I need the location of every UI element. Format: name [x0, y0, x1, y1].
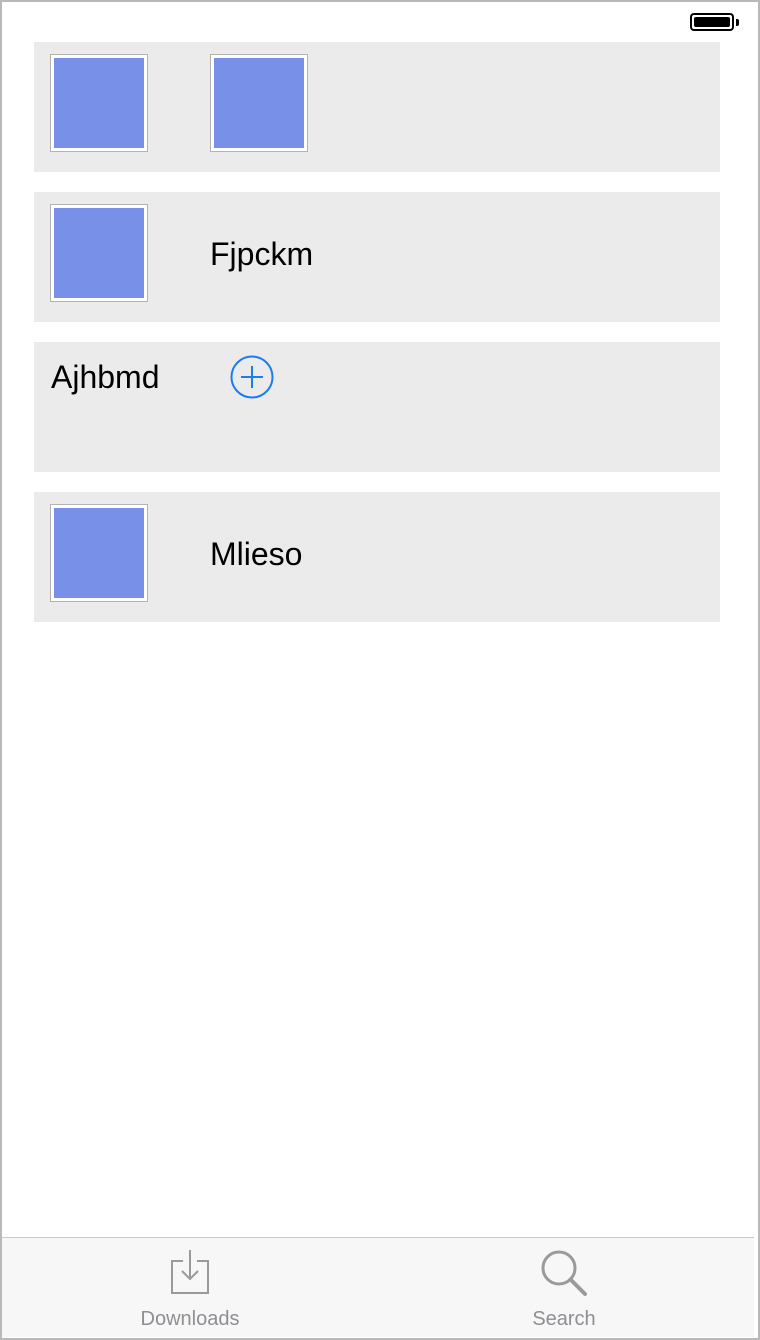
list-item[interactable]: Mlieso	[34, 492, 720, 622]
item-label: Fjpckm	[210, 236, 314, 272]
battery-cap	[736, 19, 739, 26]
search-icon	[541, 1250, 587, 1296]
add-button-plus-circle-icon[interactable]	[229, 354, 275, 400]
tab-label: Downloads	[140, 1308, 240, 1330]
thumbnail-image[interactable]	[210, 54, 308, 152]
list-item[interactable]	[34, 42, 720, 172]
tab-label: Search	[532, 1308, 596, 1330]
download-icon	[171, 1250, 209, 1294]
tab-bar: Downloads Search	[2, 1237, 754, 1337]
item-label: Mlieso	[210, 536, 303, 572]
list-item[interactable]: Ajhbmd	[34, 342, 720, 472]
item-label: Ajhbmd	[51, 359, 160, 395]
battery-icon	[690, 13, 734, 31]
thumbnail-image[interactable]	[50, 504, 148, 602]
thumbnail-image[interactable]	[50, 204, 148, 302]
tab-downloads[interactable]: Downloads	[90, 1238, 290, 1337]
tab-search[interactable]: Search	[464, 1238, 664, 1337]
thumbnail-image[interactable]	[50, 54, 148, 152]
list-item[interactable]: Fjpckm	[34, 192, 720, 322]
